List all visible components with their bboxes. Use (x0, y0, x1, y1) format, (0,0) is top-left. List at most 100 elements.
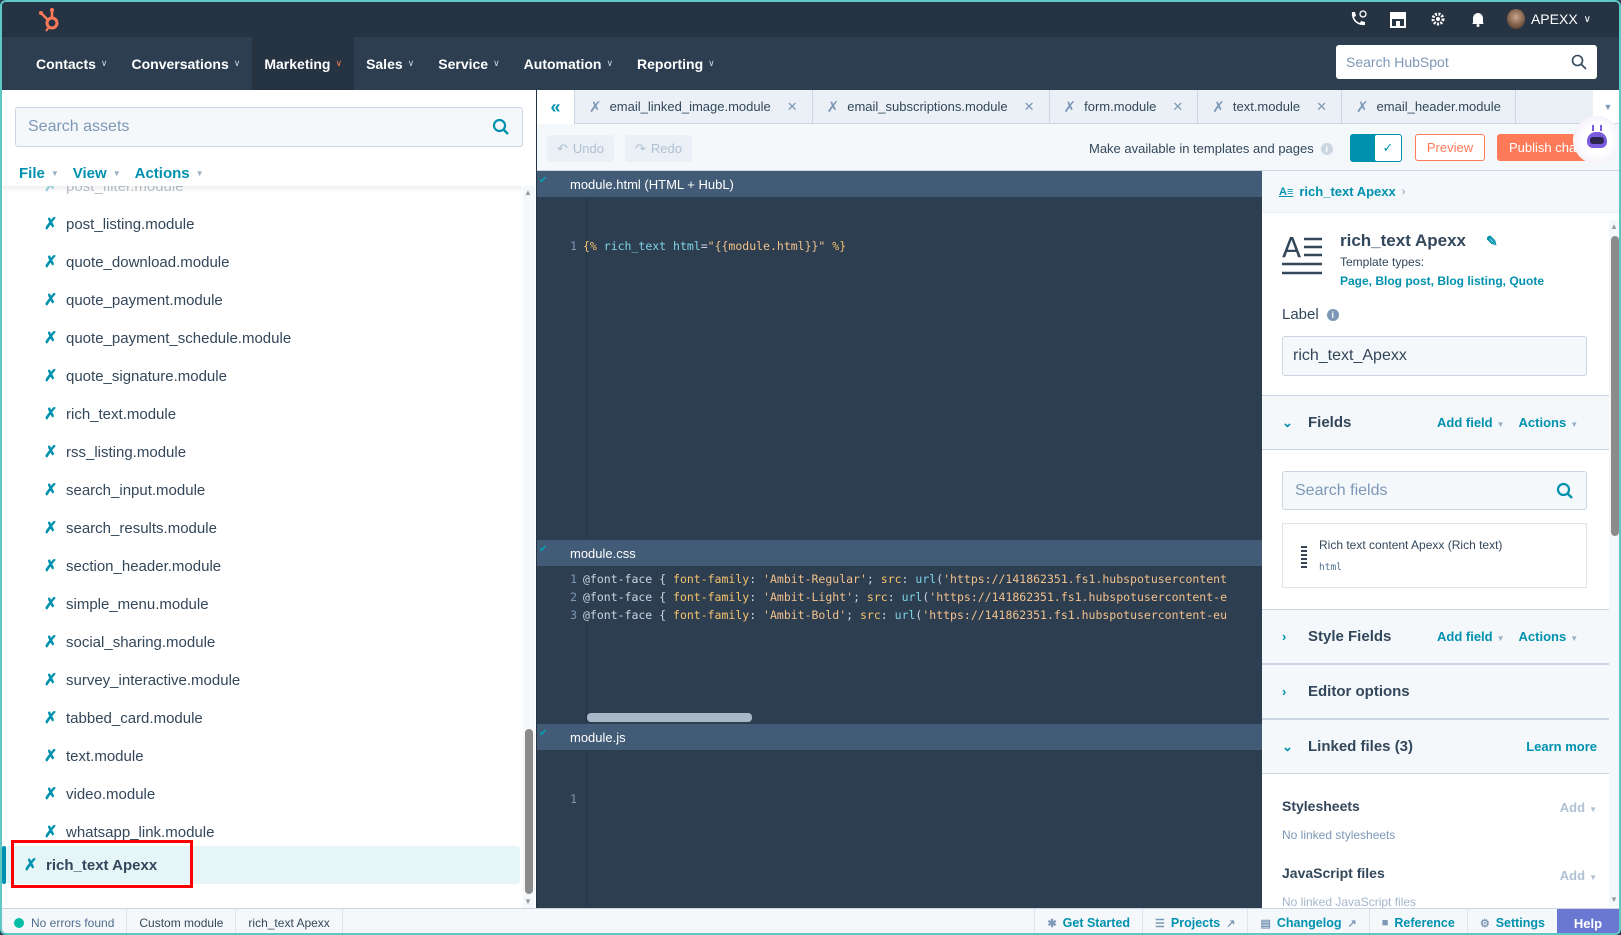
fields-actions-dropdown[interactable]: Actions ▼ (1519, 415, 1579, 430)
settings-link[interactable]: ⚙ Settings (1466, 909, 1557, 933)
nav-item-contacts[interactable]: Contacts ∨ (24, 37, 120, 90)
horizontal-scrollbar[interactable] (587, 713, 752, 722)
scroll-down-icon[interactable]: ▼ (524, 897, 532, 906)
tree-item[interactable]: ✗ post_listing.module (44, 206, 194, 242)
nav-item-marketing[interactable]: Marketing ∨ (252, 37, 355, 90)
tree-item[interactable]: ✗ social_sharing.module (44, 624, 215, 660)
search-icon[interactable] (492, 118, 510, 136)
tree-item[interactable]: ✗ quote_payment_schedule.module (44, 320, 291, 356)
file-menu[interactable]: File ▼ (19, 165, 59, 182)
changelog-link[interactable]: ▤ Changelog ↗ (1247, 909, 1368, 933)
nav-item-conversations[interactable]: Conversations ∨ (120, 37, 253, 90)
pencil-icon[interactable]: ✎ (1486, 233, 1498, 250)
ai-assistant-icon[interactable] (1573, 116, 1619, 164)
tree-item[interactable]: ✗ text.module (44, 738, 144, 774)
tree-item[interactable]: ✗ quote_signature.module (44, 358, 227, 394)
reference-link[interactable]: ■ Reference (1368, 909, 1467, 933)
get-started-link[interactable]: ✱ Get Started (1034, 909, 1142, 933)
scroll-up-icon[interactable]: ▲ (524, 188, 532, 197)
linked-files-section-header[interactable]: ⌄ Linked files (3) Learn more (1262, 719, 1613, 774)
nav-item-sales[interactable]: Sales ∨ (354, 37, 426, 90)
css-pane-header[interactable]: ✔ module.css (537, 540, 1262, 566)
tree-item[interactable]: ✗ quote_payment.module (44, 282, 223, 318)
label-input[interactable]: rich_text_Apexx (1282, 336, 1587, 376)
close-tab-icon[interactable]: ✕ (1316, 99, 1327, 115)
chevron-down-icon: ∨ (233, 58, 241, 68)
undo-button[interactable]: ↶ Undo (547, 135, 614, 162)
gear-icon: ⚙ (1479, 917, 1490, 930)
info-icon[interactable]: i (1326, 308, 1339, 321)
preview-button[interactable]: Preview (1415, 134, 1485, 161)
nav-item-automation[interactable]: Automation ∨ (512, 37, 625, 90)
close-tab-icon[interactable]: ✕ (787, 99, 798, 115)
js-editor-pane[interactable]: ✔ module.js 1 (537, 724, 1262, 908)
module-icon: ✗ (1063, 98, 1077, 116)
html-pane-header[interactable]: ✔ module.html (HTML + HubL) (537, 171, 1262, 197)
nav-item-service[interactable]: Service ∨ (426, 37, 511, 90)
view-menu[interactable]: View ▼ (73, 165, 121, 182)
inspector-scrollbar[interactable]: ▲ ▼ (1609, 220, 1619, 906)
editor-tab[interactable]: ✗ form.module ✕ (1050, 90, 1199, 123)
caret-down-icon: ▼ (1570, 634, 1579, 643)
nav-item-reporting[interactable]: Reporting ∨ (625, 37, 727, 90)
scroll-down-icon[interactable]: ▼ (1610, 895, 1618, 904)
tree-item[interactable]: ✗ survey_interactive.module (44, 662, 240, 698)
asset-tree-scrollbar[interactable]: ▲ ▼ (523, 186, 535, 908)
gear-icon[interactable] (1427, 8, 1449, 30)
chevron-down-icon: ∨ (606, 58, 614, 68)
style-fields-section-header[interactable]: › Style Fields Add field ▼ Actions ▼ (1262, 609, 1613, 664)
css-editor-pane[interactable]: ✔ module.css 1 @font-face { font-family: '… (537, 540, 1262, 724)
help-button[interactable]: Help (1557, 909, 1619, 933)
field-name: Rich text content Apexx (Rich text) (1319, 538, 1503, 552)
editor-tab[interactable]: ✗ email_subscriptions.module ✕ (813, 90, 1050, 123)
search-fields-input[interactable]: Search fields (1282, 471, 1587, 510)
tree-item[interactable]: ✗ tabbed_card.module (44, 700, 203, 736)
info-icon[interactable]: i (1320, 142, 1333, 155)
js-pane-header[interactable]: ✔ module.js (537, 724, 1262, 750)
style-fields-actions-dropdown[interactable]: Actions ▼ (1519, 629, 1579, 644)
fields-section-header[interactable]: ⌄ Fields Add field ▼ Actions ▼ (1262, 395, 1613, 450)
template-types-link[interactable]: Page, Blog post, Blog listing, Quote (1340, 274, 1544, 288)
add-stylesheet-dropdown[interactable]: Add ▼ (1560, 800, 1597, 815)
module-icon: ✗ (44, 748, 58, 765)
field-card[interactable]: Rich text content Apexx (Rich text) html (1282, 523, 1587, 588)
add-javascript-dropdown[interactable]: Add ▼ (1560, 868, 1597, 883)
drag-handle-icon[interactable] (1301, 546, 1307, 568)
scroll-up-icon[interactable]: ▲ (1610, 222, 1618, 231)
add-style-field-dropdown[interactable]: Add field ▼ (1437, 629, 1505, 644)
html-editor-pane[interactable]: ✔ module.html (HTML + HubL) 1 {% rich_text… (537, 171, 1262, 540)
editor-tab[interactable]: ✗ email_header.module (1342, 90, 1516, 123)
tree-item[interactable]: ✗ quote_download.module (44, 244, 229, 280)
scrollbar-thumb[interactable] (525, 729, 533, 894)
marketplace-icon[interactable] (1387, 8, 1409, 30)
hubspot-search-input[interactable]: Search HubSpot (1336, 45, 1597, 79)
hubspot-logo[interactable] (36, 6, 66, 34)
breadcrumb[interactable]: A≡ rich_text Apexx › (1262, 171, 1619, 213)
projects-link[interactable]: ☰ Projects ↗ (1142, 909, 1247, 933)
editor-tab[interactable]: ✗ email_linked_image.module ✕ (575, 90, 813, 123)
tree-item[interactable]: ✗ post_filter.module (44, 186, 184, 204)
tree-item[interactable]: ✗ simple_menu.module (44, 586, 209, 622)
close-tab-icon[interactable]: ✕ (1024, 99, 1035, 115)
availability-toggle[interactable]: ✓ (1350, 134, 1402, 162)
scrollbar-thumb[interactable] (1611, 236, 1619, 536)
tree-item[interactable]: ✗ search_input.module (44, 472, 205, 508)
add-field-dropdown[interactable]: Add field ▼ (1437, 415, 1505, 430)
tree-item[interactable]: ✗ video.module (44, 776, 155, 812)
search-assets-input[interactable]: Search assets (15, 107, 523, 147)
actions-menu[interactable]: Actions ▼ (135, 165, 204, 182)
tree-item[interactable]: ✗ rich_text.module (44, 396, 176, 432)
phone-icon[interactable] (1347, 8, 1369, 30)
editor-tab[interactable]: ✗ text.module ✕ (1198, 90, 1342, 123)
editor-options-section-header[interactable]: › Editor options (1262, 664, 1613, 719)
close-tab-icon[interactable]: ✕ (1172, 99, 1183, 115)
account-menu[interactable]: APEXX ∨ (1506, 9, 1591, 29)
learn-more-link[interactable]: Learn more (1526, 739, 1597, 754)
tree-item[interactable]: ✗ section_header.module (44, 548, 221, 584)
bell-icon[interactable] (1467, 8, 1489, 30)
collapse-sidebar-button[interactable]: « (537, 90, 575, 125)
redo-button[interactable]: ↷ Redo (625, 135, 692, 162)
tree-item[interactable]: ✗ rss_listing.module (44, 434, 186, 470)
tree-item[interactable]: ✗ search_results.module (44, 510, 217, 546)
search-icon[interactable] (1556, 482, 1574, 500)
